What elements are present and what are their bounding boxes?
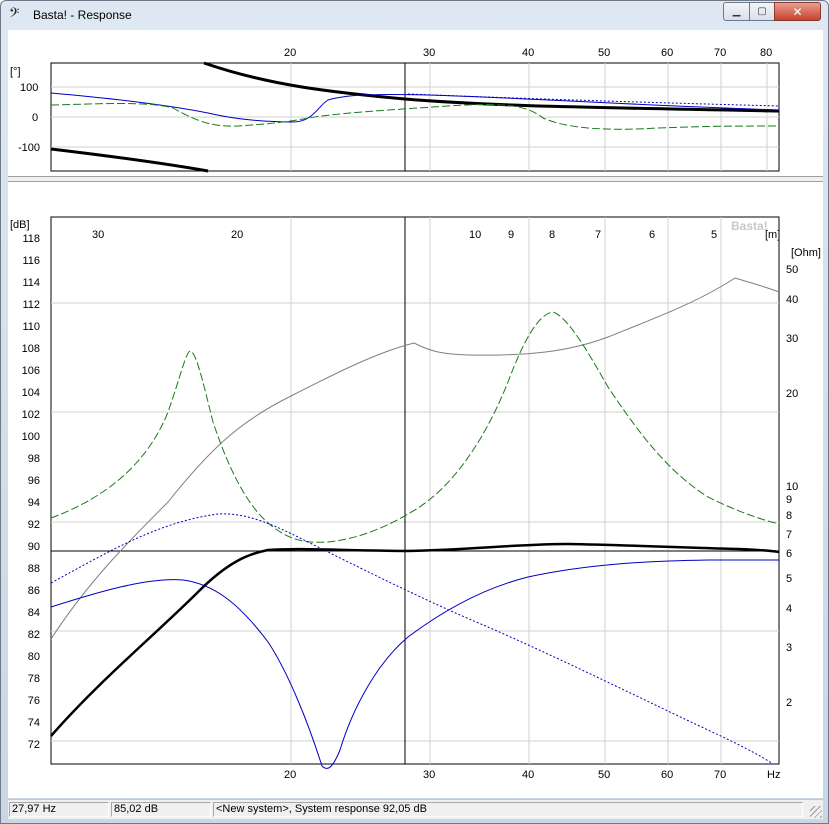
db-tick: 102 (22, 409, 40, 421)
status-system: <New system>, System response 92,05 dB (213, 802, 803, 817)
wavelength-tick: 7 (595, 229, 601, 241)
db-tick: 100 (22, 431, 40, 443)
frequency-tick: 50 (598, 769, 610, 781)
close-button[interactable]: ✕ (774, 2, 821, 21)
window-title: Basta! - Response (33, 8, 132, 22)
ohm-tick: 5 (786, 573, 792, 585)
phase-unit-label: [°] (10, 66, 21, 78)
db-tick: 84 (28, 607, 40, 619)
db-tick: 92 (28, 519, 40, 531)
close-icon: ✕ (792, 4, 803, 19)
wavelength-tick: 10 (469, 229, 481, 241)
db-tick: 98 (28, 453, 40, 465)
ohm-unit-label: [Ohm] (791, 247, 821, 259)
wavelength-tick: 5 (711, 229, 717, 241)
db-tick: 104 (22, 387, 40, 399)
frequency-tick: 60 (661, 769, 673, 781)
db-tick: 82 (28, 629, 40, 641)
minimize-icon: ▁ (732, 6, 741, 17)
watermark: Basta! (731, 219, 768, 233)
ohm-tick: 30 (786, 333, 798, 345)
maximize-icon: ▢ (757, 6, 767, 17)
status-bar: 27,97 Hz 85,02 dB <New system>, System r… (8, 799, 823, 819)
wavelength-tick: 6 (649, 229, 655, 241)
client-area: [°] 100 0 -100 20 30 40 50 60 70 80 Bast… (8, 30, 823, 798)
wavelength-tick: 8 (549, 229, 555, 241)
db-tick: 116 (22, 255, 40, 267)
db-tick: 80 (28, 651, 40, 663)
ohm-tick: 2 (786, 697, 792, 709)
db-tick: 74 (28, 717, 40, 729)
db-tick: 118 (22, 233, 40, 245)
ohm-tick: 6 (786, 548, 792, 560)
db-tick: 112 (22, 299, 40, 311)
ohm-tick: 7 (786, 529, 792, 541)
db-tick: 106 (22, 365, 40, 377)
frequency-tick: 30 (423, 769, 435, 781)
db-tick: 76 (28, 695, 40, 707)
ohm-tick: 9 (786, 494, 792, 506)
status-level: 85,02 dB (111, 802, 211, 817)
minimize-button[interactable]: ▁ (723, 2, 750, 21)
wavelength-tick: 20 (231, 229, 243, 241)
ohm-tick: 8 (786, 510, 792, 522)
bass-clef-icon: 𝄢 (9, 5, 20, 24)
db-tick: 114 (22, 277, 40, 289)
response-plot[interactable]: Basta! [dB] 118 116 114 112 110 108 106 … (8, 182, 823, 798)
ohm-tick: 10 (786, 481, 798, 493)
frequency-tick: 40 (522, 769, 534, 781)
maximize-button[interactable]: ▢ (749, 2, 775, 21)
db-tick: 90 (28, 541, 40, 553)
response-window: 𝄢 Basta! - Response ▁ ▢ ✕ [°] 100 0 -100… (0, 0, 829, 824)
status-frequency: 27,97 Hz (9, 802, 109, 817)
phase-y-tick: 0 (32, 112, 38, 124)
wavelength-unit-label: [m] (765, 229, 780, 241)
phase-x-tick: 80 (760, 47, 772, 59)
db-tick: 88 (28, 563, 40, 575)
ohm-tick: 20 (786, 388, 798, 400)
phase-y-tick: -100 (18, 142, 40, 154)
wavelength-tick: 30 (92, 229, 104, 241)
phase-x-tick: 30 (423, 47, 435, 59)
wavelength-tick: 9 (508, 229, 514, 241)
ohm-tick: 4 (786, 603, 792, 615)
phase-y-tick: 100 (20, 82, 38, 94)
db-tick: 108 (22, 343, 40, 355)
db-tick: 72 (28, 739, 40, 751)
frequency-tick: 70 (714, 769, 726, 781)
frequency-tick: 20 (284, 769, 296, 781)
frequency-unit-label: Hz (767, 769, 780, 781)
phase-x-tick: 60 (661, 47, 673, 59)
resize-grip[interactable] (810, 806, 822, 818)
db-tick: 94 (28, 497, 40, 509)
phase-x-tick: 20 (284, 47, 296, 59)
ohm-tick: 50 (786, 264, 798, 276)
phase-x-tick: 40 (522, 47, 534, 59)
db-tick: 78 (28, 673, 40, 685)
ohm-tick: 40 (786, 294, 798, 306)
phase-x-tick: 50 (598, 47, 610, 59)
phase-plot[interactable]: [°] 100 0 -100 20 30 40 50 60 70 80 (8, 30, 823, 176)
ohm-tick: 3 (786, 642, 792, 654)
db-tick: 86 (28, 585, 40, 597)
db-unit-label: [dB] (10, 219, 30, 231)
phase-x-tick: 70 (714, 47, 726, 59)
db-tick: 110 (22, 321, 40, 333)
db-tick: 96 (28, 475, 40, 487)
title-bar[interactable]: 𝄢 Basta! - Response ▁ ▢ ✕ (1, 1, 828, 29)
